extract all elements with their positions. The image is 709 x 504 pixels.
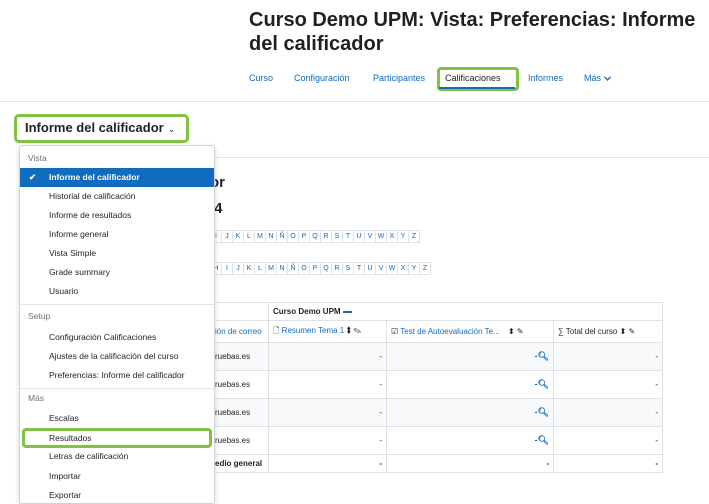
- cell-test: -🔍︎: [386, 398, 554, 427]
- column-header-label: Resumen Tema 1: [281, 325, 345, 335]
- cell-total: -: [553, 454, 663, 473]
- cell-email: ruebas.es: [210, 370, 269, 399]
- column-header-label: Test de Autoevaluación Te...: [400, 327, 500, 336]
- cell-resumen: -: [268, 370, 387, 399]
- edit-pencil-icon[interactable]: ✎: [517, 327, 524, 336]
- report-selector-label: Informe del calificador: [25, 120, 164, 135]
- dropdown-item-informe-calificador[interactable]: ✔ Informe del calificador: [20, 168, 214, 187]
- content-divider: [215, 157, 709, 158]
- cell-email: ruebas.es: [210, 426, 269, 455]
- dropdown-item-escalas[interactable]: Escalas: [20, 409, 214, 428]
- column-header-label: ión de correo: [215, 327, 262, 336]
- table-row: ruebas.es - -🔍︎ -: [210, 398, 663, 427]
- dropdown-header-vista: Vista: [28, 153, 47, 163]
- cell-test: -: [386, 454, 554, 473]
- dropdown-item-letras[interactable]: Letras de calificación: [20, 447, 214, 466]
- dropdown-item-ajustes-calificacion[interactable]: Ajustes de la calificación del curso: [20, 347, 214, 366]
- document-icon: 🗋: [273, 325, 280, 335]
- resultados-highlight: [22, 428, 212, 448]
- sort-icon[interactable]: ⬍: [620, 327, 627, 336]
- tab-curso[interactable]: Curso: [249, 73, 273, 83]
- course-header-label: Curso Demo UPM: [273, 307, 341, 316]
- average-label: edio general: [210, 454, 269, 473]
- tab-mas[interactable]: Más: [584, 73, 611, 83]
- column-header-total[interactable]: ∑ Total del curso ⬍ ✎: [553, 320, 663, 343]
- dropdown-header-mas: Más: [28, 393, 45, 403]
- chevron-down-icon: ⌄: [167, 124, 176, 134]
- tab-informes[interactable]: Informes: [528, 73, 563, 83]
- quiz-icon: ☑: [391, 327, 399, 336]
- grader-table: Curso Demo UPM ión de correo 🗋 Resumen T…: [210, 302, 663, 473]
- page-title: Curso Demo UPM: Vista: Preferencias: Inf…: [249, 9, 696, 55]
- tab-active-underline: [439, 87, 515, 89]
- cell-total: -: [553, 370, 663, 399]
- cell-resumen: -: [268, 342, 387, 371]
- dropdown-item-informe-general[interactable]: Informe general: [20, 225, 214, 244]
- cell-test: -🔍︎: [386, 426, 554, 455]
- initial-letter-last[interactable]: Z: [419, 262, 431, 275]
- dropdown-item-exportar[interactable]: Exportar: [20, 486, 214, 504]
- table-corner: [210, 302, 269, 321]
- column-header-label: Total del curso: [565, 327, 618, 336]
- course-category-header: Curso Demo UPM: [268, 302, 663, 321]
- sort-icon[interactable]: ⬍: [508, 327, 515, 336]
- column-header-test[interactable]: ☑ Test de Autoevaluación Te... ⬍ ✎: [386, 320, 554, 343]
- cell-email: ruebas.es: [210, 398, 269, 427]
- header-divider: [0, 101, 709, 102]
- average-row: edio general - - -: [210, 454, 663, 473]
- tab-mas-label: Más: [584, 73, 602, 83]
- cell-total: -: [553, 342, 663, 371]
- analysis-search-icon[interactable]: -🔍︎: [535, 407, 549, 417]
- initials-filter-first-name: IJKLMNÑOPQRSTUVWXYZ: [210, 230, 420, 244]
- check-icon: ✔: [29, 172, 37, 182]
- table-row: ruebas.es - -🔍︎ -: [210, 426, 663, 455]
- report-selector-button[interactable]: Informe del calificador ⌄: [14, 114, 189, 143]
- column-header-resumen[interactable]: 🗋 Resumen Tema 1 ⬍ ✎: [268, 320, 387, 343]
- collapse-icon[interactable]: [342, 310, 352, 313]
- chevron-down-icon: [603, 73, 611, 83]
- dropdown-item-historial[interactable]: Historial de calificación: [20, 187, 214, 206]
- edit-pencil-icon[interactable]: ✎: [353, 326, 361, 335]
- dropdown-item-grade-summary[interactable]: Grade summary: [20, 263, 214, 282]
- dropdown-item-vista-simple[interactable]: Vista Simple: [20, 244, 214, 263]
- sort-icon[interactable]: ⬍: [346, 326, 351, 335]
- report-dropdown-menu: Vista ✔ Informe del calificador Historial…: [19, 145, 215, 504]
- cell-total: -: [553, 398, 663, 427]
- dropdown-item-informe-resultados[interactable]: Informe de resultados: [20, 206, 214, 225]
- dropdown-divider: [20, 304, 214, 305]
- initial-letter-first[interactable]: Z: [408, 230, 420, 243]
- dropdown-item-preferencias[interactable]: Preferencias: Informe del calificador: [20, 366, 214, 385]
- cell-email: ruebas.es: [210, 342, 269, 371]
- tab-participantes[interactable]: Participantes: [373, 73, 425, 83]
- cell-test: -🔍︎: [386, 342, 554, 371]
- edit-pencil-icon[interactable]: ✎: [629, 327, 636, 336]
- column-header-email[interactable]: ión de correo: [210, 320, 269, 343]
- dropdown-header-setup: Setup: [28, 311, 51, 321]
- dropdown-item-importar[interactable]: Importar: [20, 467, 214, 486]
- tab-calificaciones[interactable]: Calificaciones: [445, 73, 501, 83]
- dropdown-item-usuario[interactable]: Usuario: [20, 282, 214, 301]
- initials-filter-last-name: HIJKLMNÑOPQRSTUVWXYZ: [210, 262, 431, 276]
- tab-configuracion[interactable]: Configuración: [294, 73, 350, 83]
- analysis-search-icon[interactable]: -🔍︎: [535, 379, 549, 389]
- cell-resumen: -: [268, 454, 387, 473]
- sigma-icon: ∑: [558, 327, 564, 336]
- table-row: ruebas.es - -🔍︎ -: [210, 370, 663, 399]
- dropdown-item-configuracion-calificaciones[interactable]: Configuración Calificaciones: [20, 328, 214, 347]
- cell-resumen: -: [268, 426, 387, 455]
- analysis-search-icon[interactable]: -🔍︎: [535, 435, 549, 445]
- cell-resumen: -: [268, 398, 387, 427]
- dropdown-item-label: Informe del calificador: [49, 172, 140, 182]
- table-row: ruebas.es - -🔍︎ -: [210, 342, 663, 371]
- analysis-search-icon[interactable]: -🔍︎: [535, 351, 549, 361]
- cell-test: -🔍︎: [386, 370, 554, 399]
- cell-total: -: [553, 426, 663, 455]
